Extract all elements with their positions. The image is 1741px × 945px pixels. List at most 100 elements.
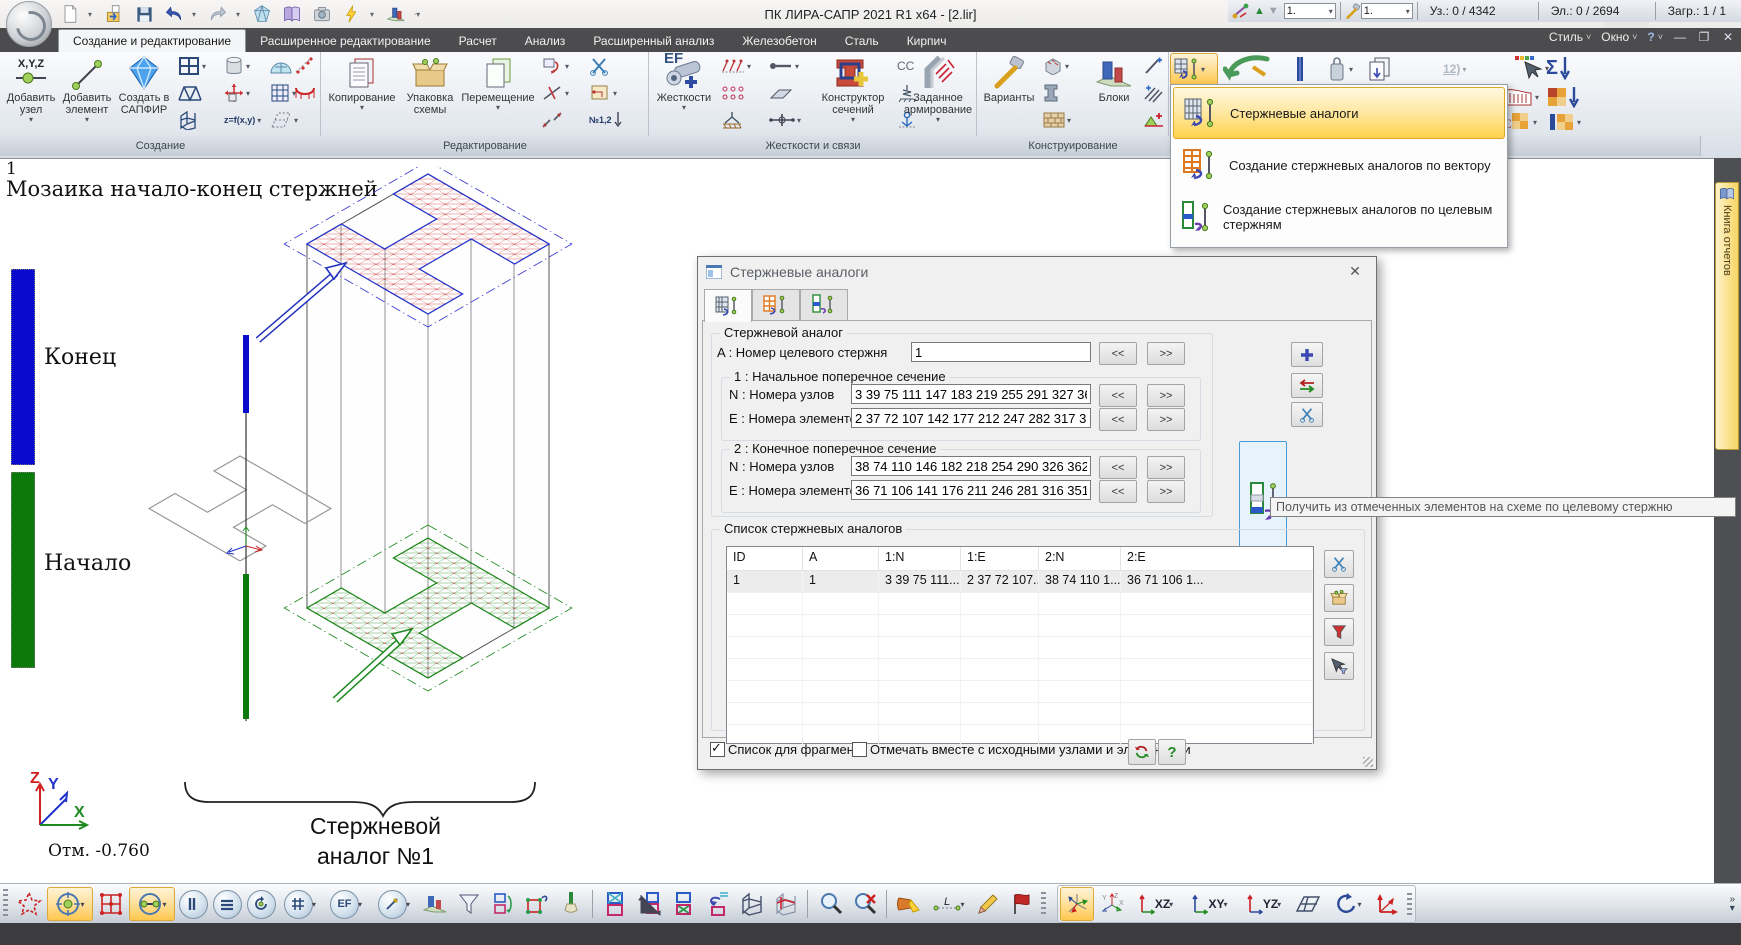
save-button[interactable] <box>132 2 156 26</box>
delete-row-button[interactable] <box>1324 550 1354 578</box>
redraw-button[interactable] <box>555 888 587 920</box>
given-reinforcement-button[interactable]: Заданное армирование <box>901 54 975 134</box>
dialog-tab-by-target-bars[interactable] <box>800 289 848 320</box>
add-rod-button[interactable] <box>1141 54 1167 78</box>
space-frame-button[interactable] <box>176 108 216 132</box>
e2-prev-button[interactable]: << <box>1099 480 1137 503</box>
target-bar-number-input[interactable] <box>911 342 1091 362</box>
move-generate-button[interactable]: ▾ <box>222 81 262 105</box>
copy-properties-button[interactable] <box>1365 54 1399 84</box>
start-elements-input[interactable] <box>851 408 1091 428</box>
polygon-select-button[interactable] <box>13 888 45 920</box>
flag-button[interactable] <box>1006 888 1038 920</box>
dialog-resize-grip[interactable] <box>1363 757 1373 767</box>
zoom-cancel-button[interactable] <box>849 888 881 920</box>
edit-pencil-button[interactable] <box>972 888 1004 920</box>
isometric-view-button[interactable] <box>1060 887 1094 921</box>
mdi-restore-button[interactable]: ❐ <box>1697 30 1711 44</box>
fragment-list-checkbox[interactable] <box>710 742 725 757</box>
node-link-button[interactable]: ▾ <box>767 108 807 132</box>
camera-button[interactable] <box>310 2 334 26</box>
dialog-tab-by-vector[interactable] <box>752 289 800 320</box>
copy-button[interactable]: Копирование <box>329 54 395 134</box>
supports-button[interactable]: ▾ <box>719 54 759 78</box>
masonry-button[interactable]: ▾ <box>1041 108 1081 132</box>
rigid-links-button[interactable]: ▾ <box>767 54 807 78</box>
concrete-settings-button[interactable]: ▾ <box>1041 54 1081 78</box>
add-plate-button[interactable] <box>1141 108 1167 132</box>
sapfir-model-button[interactable] <box>250 2 274 26</box>
dashed-mesh-button[interactable]: ▾ <box>268 108 308 132</box>
style-menu[interactable]: Стиль <box>1549 30 1591 44</box>
menu-item-create-by-target-bars[interactable]: Создание стержневых аналогов по целевым … <box>1173 191 1505 243</box>
fragment-axes-button[interactable] <box>634 888 666 920</box>
n2-next-button[interactable]: >> <box>1147 456 1185 479</box>
add-element-button[interactable]: Добавить элемент <box>60 54 114 134</box>
bar-analogs-button[interactable]: ▾ <box>1170 53 1218 85</box>
redo-button[interactable] <box>206 2 230 26</box>
run-analysis-button[interactable] <box>340 2 364 26</box>
new-document-button[interactable] <box>58 2 82 26</box>
end-nodes-input[interactable] <box>851 456 1091 476</box>
tab-analysis[interactable]: Анализ <box>511 30 580 52</box>
fragmentation-button[interactable] <box>487 888 519 920</box>
menu-item-create-by-vector[interactable]: Создание стержневых аналогов по вектору <box>1173 139 1505 191</box>
cylinder-surface-button[interactable]: ▾ <box>222 54 262 78</box>
section-constructor-button[interactable]: Конструктор сечений <box>815 54 891 134</box>
variants-button[interactable]: Варианты <box>981 54 1037 134</box>
scale-tool-icon[interactable] <box>1232 3 1254 19</box>
rowA-prev-button[interactable]: << <box>1099 342 1137 365</box>
end-elements-input[interactable] <box>851 480 1091 500</box>
plate-joint-button[interactable] <box>767 81 807 105</box>
select-elements-button[interactable]: ▾ <box>129 887 175 921</box>
add-node-button[interactable]: X,Y,Z Добавить узел <box>4 54 58 134</box>
lira-logo[interactable] <box>6 1 52 47</box>
steel-section-button[interactable] <box>1041 81 1081 105</box>
pack-model-button[interactable]: Упаковка схемы <box>399 54 461 134</box>
restore-view-button[interactable] <box>702 888 734 920</box>
column-mark-button[interactable] <box>1293 54 1315 84</box>
n1-next-button[interactable]: >> <box>1147 384 1185 407</box>
filter-button[interactable] <box>1324 618 1354 646</box>
mosaic-down-button[interactable] <box>1545 84 1587 110</box>
stiffness-button[interactable]: EF Жесткости <box>655 54 713 134</box>
local-axes-button[interactable] <box>1372 888 1404 920</box>
mark-with-source-checkbox[interactable] <box>852 742 867 757</box>
apply-button[interactable] <box>1128 739 1156 765</box>
rotate-view-button[interactable]: ▾ <box>1326 888 1370 920</box>
e1-next-button[interactable]: >> <box>1147 408 1185 431</box>
frame-grid-button[interactable]: ▾ <box>176 54 216 78</box>
decrease-scale-button[interactable]: ▼ <box>1268 5 1279 17</box>
increase-scale-button[interactable]: ▲ <box>1254 5 1265 17</box>
undo-button[interactable] <box>162 2 186 26</box>
weight-button[interactable]: ▾ <box>1325 54 1361 84</box>
redo-dropdown[interactable]: ▾ <box>236 10 244 19</box>
zf-surface-button[interactable]: z=f(x,y)▾ <box>222 108 262 132</box>
start-nodes-input[interactable] <box>851 384 1091 404</box>
filter-toolbar-button[interactable] <box>453 888 485 920</box>
import-dxf-button[interactable] <box>292 54 318 78</box>
table-row[interactable]: 1 1 3 39 75 111... 2 37 72 107... 38 74 … <box>727 571 1313 593</box>
tab-brick[interactable]: Кирпич <box>893 30 961 52</box>
dialog-close-button[interactable]: ✕ <box>1336 259 1374 283</box>
qat-overflow-button[interactable]: ⸱▾ <box>414 9 422 20</box>
view-xz-button[interactable]: XZ▾ <box>1130 888 1182 920</box>
hinges-button[interactable] <box>719 81 759 105</box>
blocks-button[interactable]: Блоки <box>1089 54 1139 134</box>
show-frame-loads-button[interactable] <box>770 888 802 920</box>
analogs-table[interactable]: ID A 1:N 1:E 2:N 2:E 1 1 3 39 75 111... … <box>726 546 1314 744</box>
remove-fragment-button[interactable] <box>600 888 632 920</box>
run-analysis-dropdown[interactable]: ▾ <box>370 10 378 19</box>
rail-arc-button[interactable] <box>292 81 318 105</box>
results-button[interactable] <box>384 2 408 26</box>
mirror-button[interactable]: ▾ <box>539 81 579 105</box>
perspective-button[interactable] <box>1292 888 1324 920</box>
rotate-copy-button[interactable]: ▾ <box>539 54 579 78</box>
toolbar-overflow-button[interactable]: »▾ <box>1729 895 1735 913</box>
view-xy-button[interactable]: XY▾ <box>1184 888 1236 920</box>
tab-calculation[interactable]: Расчет <box>445 30 511 52</box>
view-yz-button[interactable]: YZ▾ <box>1238 888 1290 920</box>
select-plates-button[interactable]: ▾ <box>279 888 321 920</box>
undo-dropdown[interactable]: ▾ <box>192 10 200 19</box>
select-frame-button[interactable]: ▾ <box>587 81 627 105</box>
